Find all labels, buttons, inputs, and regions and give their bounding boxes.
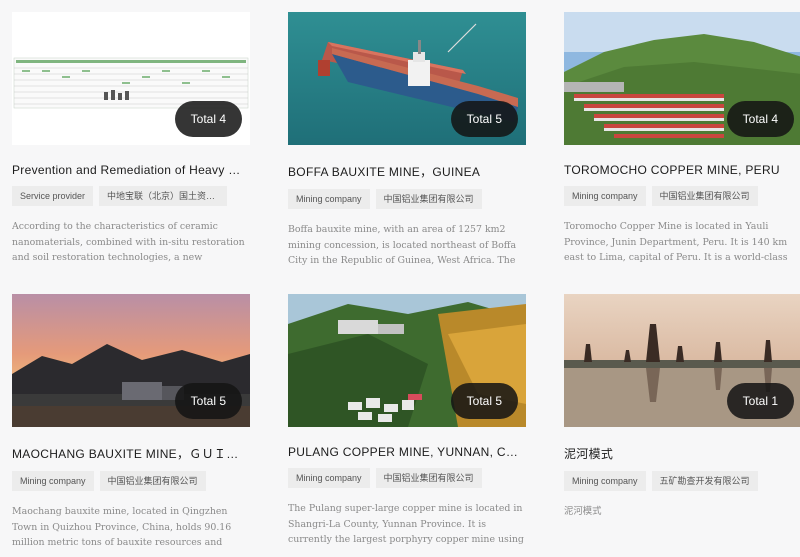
card-title[interactable]: 泥河模式 xyxy=(564,445,800,462)
card-description: According to the characteristics of cera… xyxy=(12,221,245,263)
total-badge: Total 4 xyxy=(174,101,242,137)
card-description: The Pulang super-large copper mine is lo… xyxy=(288,503,524,545)
card-title[interactable]: TOROMOCHO COPPER MINE, PERU xyxy=(564,163,800,177)
tag-company[interactable]: 中国铝业集团有限公司 xyxy=(99,471,206,491)
project-card[interactable]: Total 1 泥河模式 Mining company 五矿勘查开发有限公司 泥河… xyxy=(564,294,800,550)
card-tags: Mining company 五矿勘查开发有限公司 xyxy=(564,471,800,491)
card-description: Toromocho Copper Mine is located in Yaul… xyxy=(564,221,788,263)
total-badge: Total 5 xyxy=(174,383,242,419)
card-title[interactable]: PULANG COPPER MINE, YUNNAN, CHINA xyxy=(288,445,524,459)
tag-company[interactable]: 中国铝业集团有限公司 xyxy=(651,186,758,206)
card-description: Boffa bauxite mine, with an area of 1257… xyxy=(288,224,517,266)
card-tags: Mining company 中国铝业集团有限公司 xyxy=(12,471,250,491)
card-thumbnail[interactable]: Total 5 xyxy=(288,12,526,145)
card-title[interactable]: BOFFA BAUXITE MINE，GUINEA xyxy=(288,163,524,180)
tag-category[interactable]: Service provider xyxy=(12,186,94,206)
card-tags: Mining company 中国铝业集团有限公司 xyxy=(564,186,800,206)
tag-company[interactable]: 中国铝业集团有限公司 xyxy=(375,468,482,488)
card-description: Maochang bauxite mine, located in Qingzh… xyxy=(12,506,232,548)
project-card[interactable]: Total 5 PULANG COPPER MINE, YUNNAN, CHIN… xyxy=(288,294,526,547)
card-title[interactable]: Prevention and Remediation of Heavy Meta… xyxy=(12,163,248,177)
tag-company[interactable]: 中地宝联（北京）国土资源勘... xyxy=(99,186,228,206)
card-tags: Mining company 中国铝业集团有限公司 xyxy=(288,189,526,209)
card-title[interactable]: MAOCHANG BAUXITE MINE，ＧＵＩＺＨＯＵ... xyxy=(12,445,248,462)
tag-company[interactable]: 中国铝业集团有限公司 xyxy=(375,189,482,209)
total-badge: Total 4 xyxy=(726,101,794,137)
card-thumbnail[interactable]: Total 4 xyxy=(564,12,800,145)
card-thumbnail[interactable]: Total 4 xyxy=(12,12,250,145)
project-card[interactable]: Total 5 MAOCHANG BAUXITE MINE，ＧＵＩＺＨＯＵ...… xyxy=(12,294,250,550)
card-thumbnail[interactable]: Total 5 xyxy=(288,294,526,427)
project-card[interactable]: Total 5 BOFFA BAUXITE MINE，GUINEA Mining… xyxy=(288,12,526,268)
card-thumbnail[interactable]: Total 5 xyxy=(12,294,250,427)
tag-category[interactable]: Mining company xyxy=(564,471,646,491)
card-description: 泥河模式 xyxy=(564,506,602,517)
project-card[interactable]: Total 4 Prevention and Remediation of He… xyxy=(12,12,250,265)
card-tags: Mining company 中国铝业集团有限公司 xyxy=(288,468,526,488)
tag-category[interactable]: Mining company xyxy=(564,186,646,206)
tag-category[interactable]: Mining company xyxy=(12,471,94,491)
project-card-grid: Total 4 Prevention and Remediation of He… xyxy=(0,0,800,557)
total-badge: Total 1 xyxy=(726,383,794,419)
card-thumbnail[interactable]: Total 1 xyxy=(564,294,800,427)
project-card[interactable]: Total 4 TOROMOCHO COPPER MINE, PERU Mini… xyxy=(564,12,800,265)
total-badge: Total 5 xyxy=(450,101,518,137)
tag-company[interactable]: 五矿勘查开发有限公司 xyxy=(651,471,758,491)
tag-category[interactable]: Mining company xyxy=(288,468,370,488)
tag-category[interactable]: Mining company xyxy=(288,189,370,209)
card-tags: Service provider 中地宝联（北京）国土资源勘... xyxy=(12,186,250,206)
total-badge: Total 5 xyxy=(450,383,518,419)
